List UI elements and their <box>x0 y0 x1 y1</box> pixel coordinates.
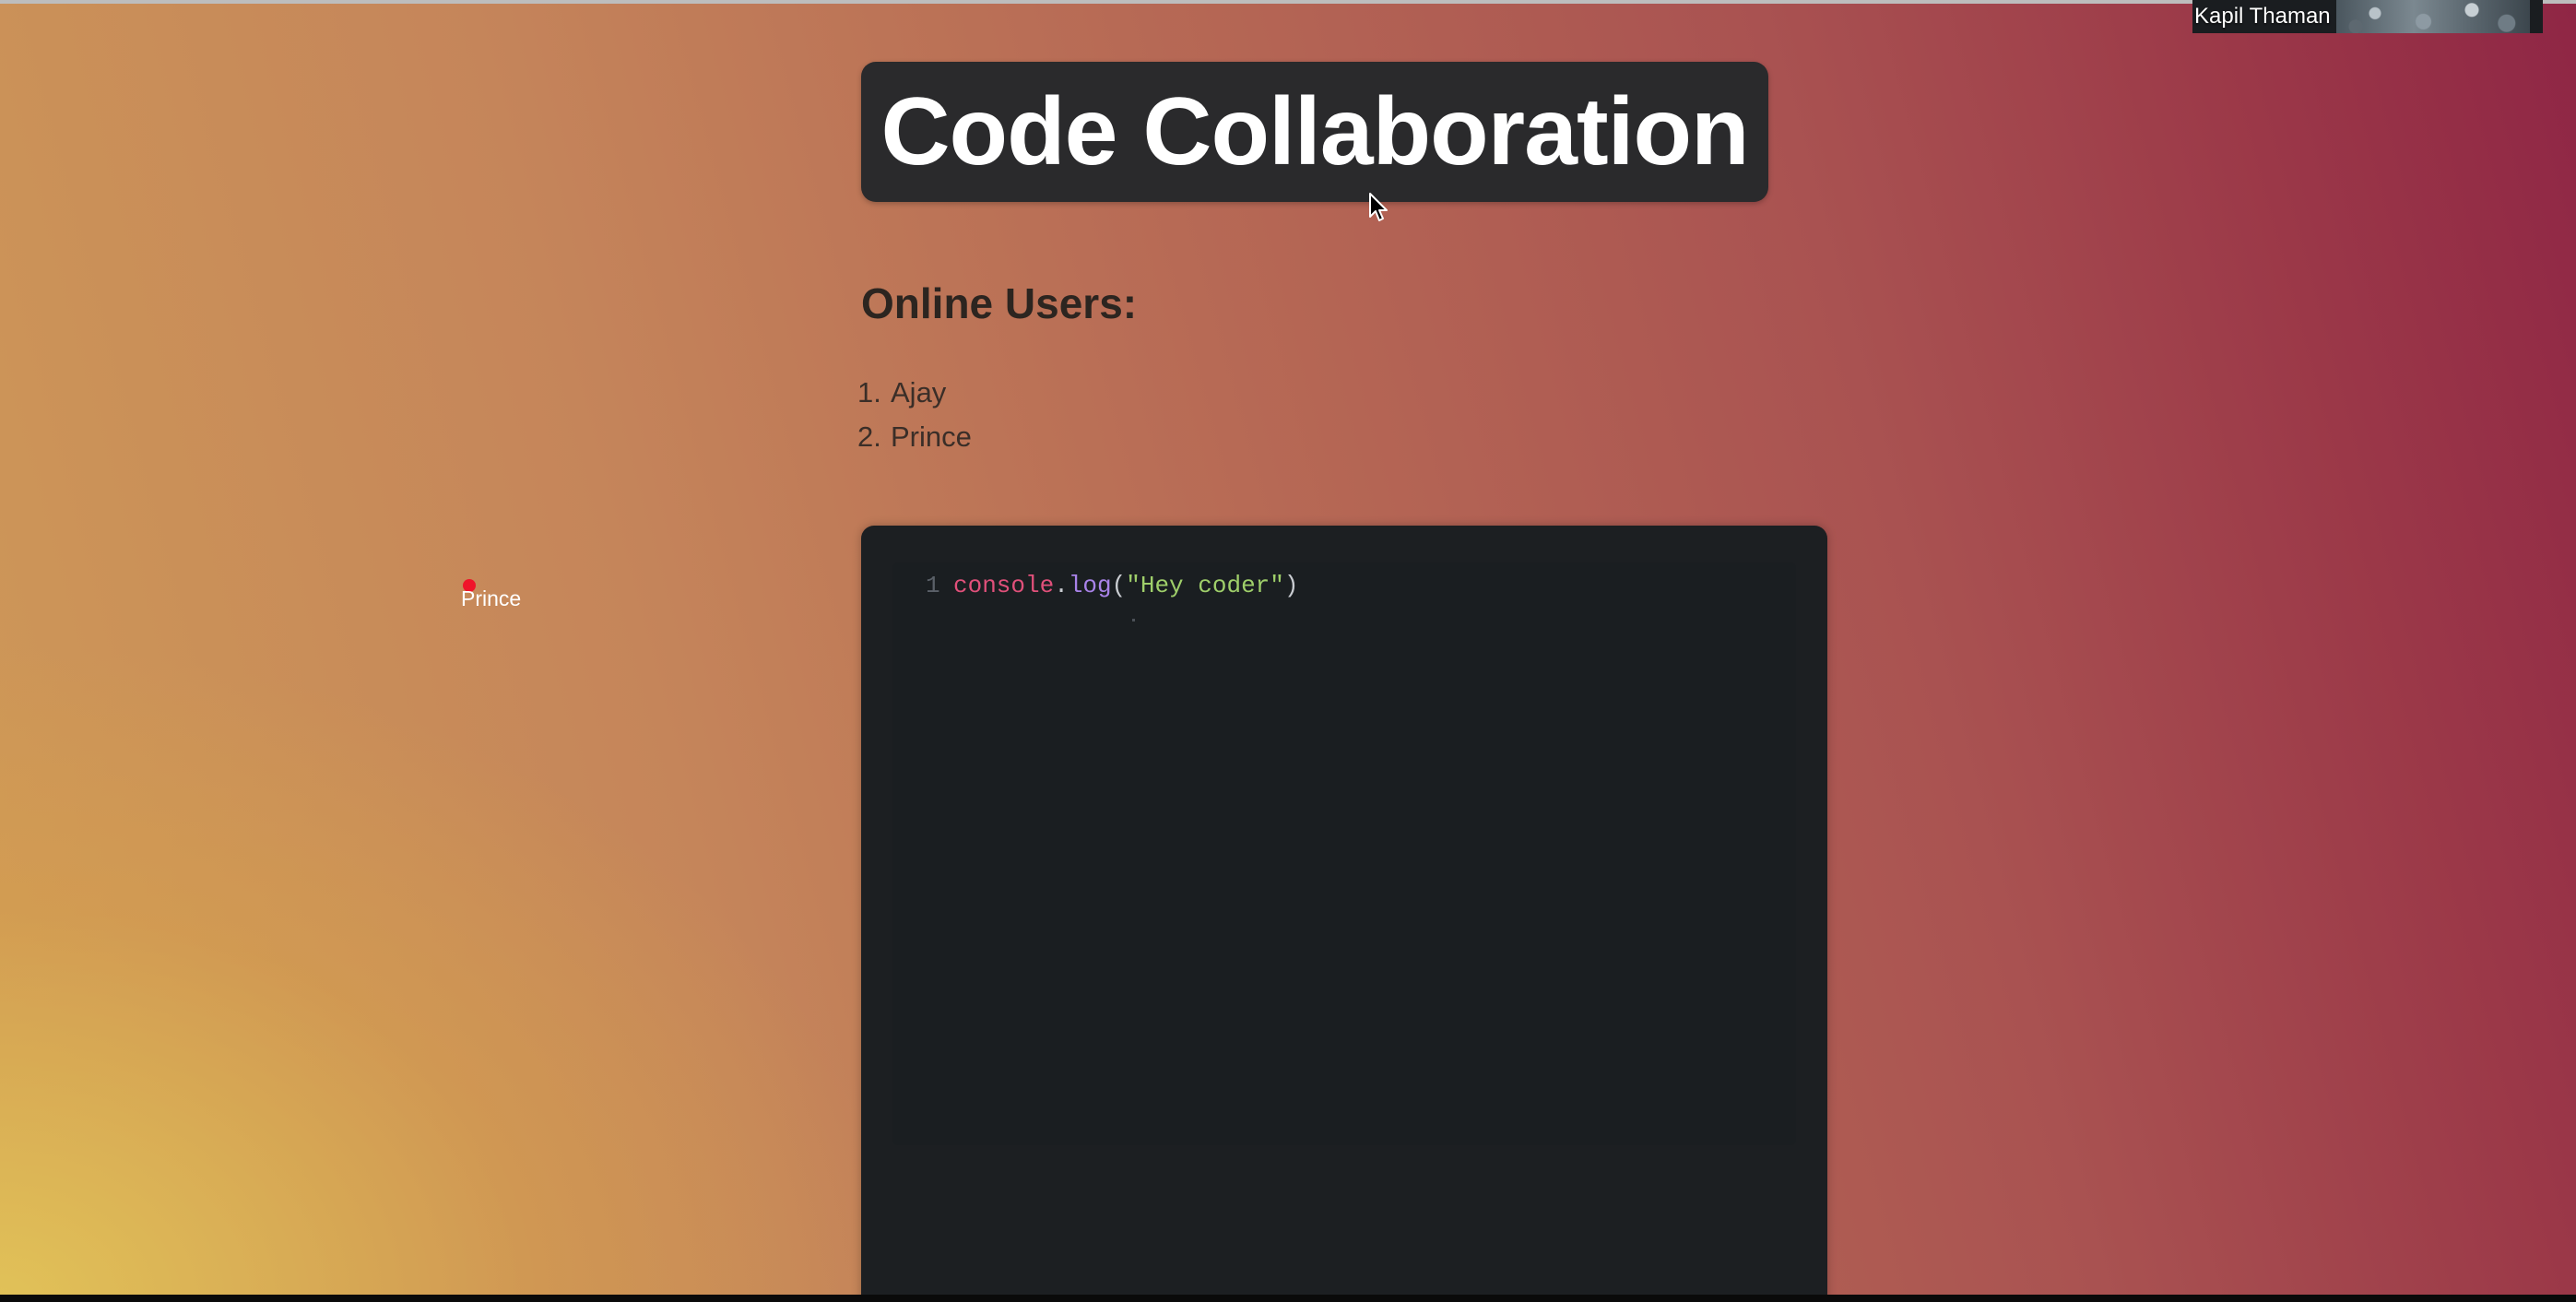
remote-cursor-label: Prince <box>461 586 522 610</box>
video-feed-image <box>2336 0 2530 33</box>
list-item: 2. Prince <box>857 415 972 459</box>
page-title: Code Collaboration <box>880 77 1749 185</box>
video-participant-name: Kapil Thaman <box>2194 4 2331 29</box>
page-title-banner: Code Collaboration <box>861 62 1768 202</box>
screen-top-edge <box>0 0 2576 4</box>
code-token-method: log <box>1068 572 1112 599</box>
code-token-close-paren: ) <box>1283 572 1299 599</box>
screen-bottom-edge <box>0 1295 2576 1302</box>
online-users-heading: Online Users: <box>861 279 1138 327</box>
list-item-number: 1. <box>857 376 881 408</box>
code-token-string: "Hey coder" <box>1126 572 1284 599</box>
code-line[interactable]: 1 console.log("Hey coder") <box>926 562 1299 609</box>
arrow-cursor-icon <box>1369 193 1388 221</box>
code-token-open-paren: ( <box>1111 572 1127 599</box>
code-editor-content[interactable]: 1 console.log("Hey coder") <box>892 562 1796 1145</box>
list-item-number: 2. <box>857 420 881 453</box>
online-users-list: 1. Ajay 2. Prince <box>857 371 972 459</box>
code-token-object: console <box>953 572 1055 599</box>
user-name: Prince <box>891 420 972 453</box>
line-number: 1 <box>926 572 940 599</box>
user-name: Ajay <box>891 376 947 408</box>
code-editor[interactable]: 1 console.log("Hey coder") <box>861 526 1827 1302</box>
editor-dot-mark <box>1132 619 1135 621</box>
video-call-tile[interactable]: Kapil Thaman <box>2192 0 2543 33</box>
list-item: 1. Ajay <box>857 371 972 415</box>
code-token-dot: . <box>1054 572 1069 599</box>
